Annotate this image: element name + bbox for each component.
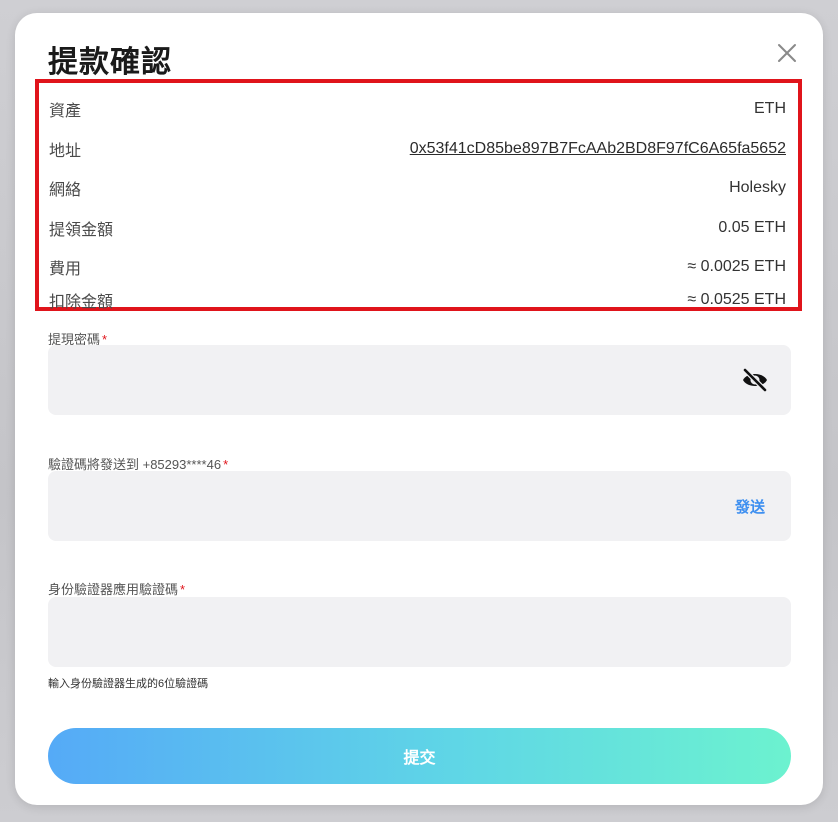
sms-code-input[interactable] bbox=[62, 471, 706, 543]
close-icon[interactable] bbox=[773, 39, 801, 67]
detail-row-asset: 資產 ETH bbox=[49, 97, 786, 121]
authenticator-code-input[interactable] bbox=[62, 597, 706, 669]
authenticator-hint: 輸入身份驗證器生成的6位驗證碼 bbox=[48, 678, 209, 690]
detail-row-deducted: 扣除金額 ≈ 0.0525 ETH bbox=[49, 290, 786, 311]
detail-value: ≈ 0.0525 ETH bbox=[687, 291, 786, 308]
detail-label: 提領金額 bbox=[49, 222, 114, 239]
authenticator-label-text: 身份驗證器應用驗證碼 bbox=[48, 582, 179, 597]
detail-label: 扣除金額 bbox=[49, 294, 114, 311]
password-input[interactable] bbox=[62, 345, 706, 417]
eye-slash-icon[interactable] bbox=[741, 367, 769, 393]
detail-value: 0.05 ETH bbox=[718, 219, 786, 236]
submit-button[interactable]: 提交 bbox=[48, 728, 791, 784]
detail-value: Holesky bbox=[729, 179, 786, 196]
detail-label: 資產 bbox=[49, 103, 82, 120]
withdrawal-confirm-dialog: 提款確認 資產 ETH 地址 0x53f41cD85be897B7FcAAb2B… bbox=[15, 13, 823, 805]
detail-label: 網絡 bbox=[49, 182, 82, 199]
detail-row-amount: 提領金額 0.05 ETH bbox=[49, 216, 786, 240]
detail-row-network: 網絡 Holesky bbox=[49, 176, 786, 200]
detail-label: 費用 bbox=[49, 261, 82, 278]
authenticator-code-field[interactable] bbox=[48, 597, 791, 669]
withdrawal-details-box: 資產 ETH 地址 0x53f41cD85be897B7FcAAb2BD8F97… bbox=[35, 79, 802, 311]
detail-label: 地址 bbox=[49, 143, 82, 160]
sms-code-label-text: 驗證碼將發送到 +85293****46 bbox=[48, 457, 222, 472]
required-mark: * bbox=[180, 582, 186, 597]
detail-value: ≈ 0.0025 ETH bbox=[687, 258, 786, 275]
address-link[interactable]: 0x53f41cD85be897B7FcAAb2BD8F97fC6A65fa56… bbox=[410, 140, 786, 158]
detail-row-address: 地址 0x53f41cD85be897B7FcAAb2BD8F97fC6A65f… bbox=[49, 137, 786, 161]
authenticator-label: 身份驗證器應用驗證碼 * bbox=[48, 579, 185, 598]
required-mark: * bbox=[223, 457, 229, 472]
detail-value: ETH bbox=[754, 100, 786, 117]
dialog-title: 提款確認 bbox=[48, 46, 172, 79]
send-code-button[interactable]: 發送 bbox=[735, 496, 765, 517]
detail-row-fee: 費用 ≈ 0.0025 ETH bbox=[49, 255, 786, 279]
sms-code-field[interactable]: 發送 bbox=[48, 471, 791, 543]
password-field[interactable] bbox=[48, 345, 791, 417]
